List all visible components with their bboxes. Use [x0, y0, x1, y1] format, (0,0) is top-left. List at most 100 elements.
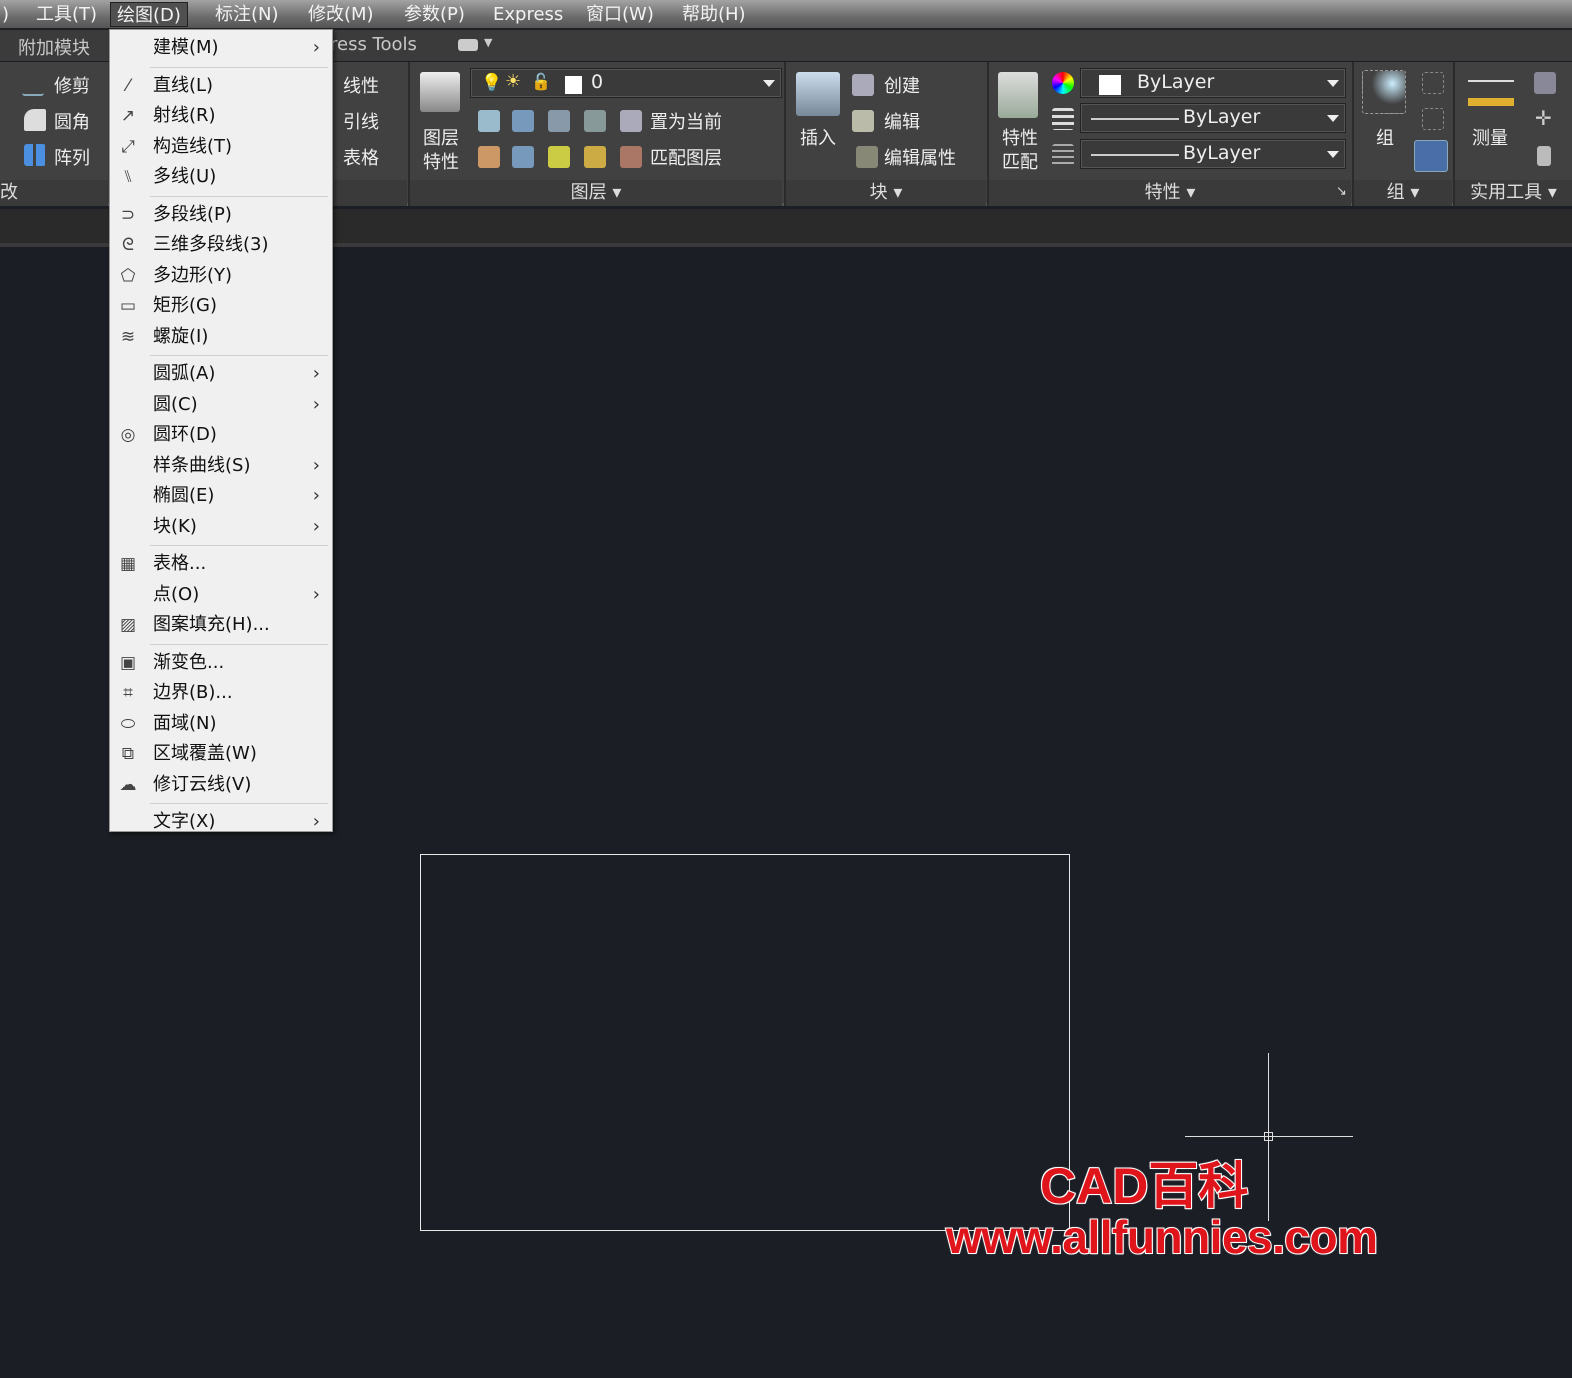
menu-item[interactable]: ▨ 图案填充(H)... [110, 610, 332, 641]
chevron-right-icon: › [312, 485, 320, 506]
menu-item[interactable]: ▭ 矩形(G) [110, 291, 332, 322]
menu-help[interactable]: 帮助(H) [676, 2, 752, 27]
menu-item[interactable]: ⊃ 多段线(P) [110, 200, 332, 231]
menu-item[interactable]: 样条曲线(S) › [110, 451, 332, 482]
layer-unisolate-icon[interactable] [512, 146, 534, 168]
menu-item[interactable]: 圆弧(A) › [110, 359, 332, 390]
linear-dimension-button[interactable]: 线性 [343, 72, 379, 98]
match-layer-button[interactable]: 匹配图层 [650, 144, 722, 170]
chevron-right-icon: › [312, 811, 320, 832]
menu-item[interactable]: ⬠ 多边形(Y) [110, 261, 332, 292]
menu-item[interactable]: ⌗ 边界(B)... [110, 678, 332, 709]
layer-dropdown[interactable]: 💡 ☀ 🔓 0 [470, 68, 782, 98]
menu-modify[interactable]: 修改(M) [302, 2, 380, 27]
dialog-launcher-icon[interactable]: ↘ [1336, 184, 1347, 199]
group-icon [1362, 70, 1406, 114]
helix-icon: ≋ [120, 326, 136, 347]
table-button[interactable]: 表格 [343, 144, 379, 170]
edit-attribute-button[interactable]: 编辑属性 [884, 144, 956, 170]
menu-bar: ) 工具(T) 绘图(D) 标注(N) 修改(M) 参数(P) Express … [0, 0, 1572, 29]
match-properties-label-2[interactable]: 匹配 [1002, 148, 1038, 174]
quick-select-icon[interactable] [1534, 72, 1556, 94]
group-edit-icon[interactable] [1422, 108, 1444, 130]
menu-item[interactable]: 椭圆(E) › [110, 481, 332, 512]
lineweight-dropdown[interactable]: ByLayer [1080, 103, 1346, 133]
linetype-dropdown[interactable]: ByLayer [1080, 139, 1346, 169]
groups-panel-title[interactable]: 组 ▾ [1354, 180, 1452, 206]
layer-thaw-icon[interactable] [548, 146, 570, 168]
menu-item-label: 文字(X) [153, 811, 216, 832]
trim-button[interactable]: 修剪 [54, 72, 90, 98]
edit-block-button[interactable]: 编辑 [884, 108, 920, 134]
ungroup-icon[interactable] [1422, 72, 1444, 94]
layer-properties-label-2[interactable]: 特性 [423, 148, 459, 174]
calculator-icon[interactable] [1537, 146, 1551, 166]
menu-item-label: 点(O) [153, 583, 200, 605]
menu-item[interactable]: 文字(X) › [110, 807, 332, 838]
layer-lock-icon[interactable] [584, 110, 606, 132]
menu-item[interactable]: ▦ 表格... [110, 549, 332, 580]
menu-tools[interactable]: 工具(T) [30, 2, 103, 27]
fillet-button[interactable]: 圆角 [54, 108, 90, 134]
tab-addons[interactable]: 附加模块 [18, 34, 90, 60]
menu-partial[interactable]: ) [0, 2, 15, 27]
layer-properties-icon [420, 72, 460, 112]
id-point-icon[interactable]: ✛ [1535, 106, 1552, 130]
utilities-panel-title[interactable]: 实用工具 ▾ [1455, 180, 1572, 206]
menu-item[interactable]: ⧉ 区域覆盖(W) [110, 739, 332, 770]
tab-express-tools[interactable]: ress Tools [330, 34, 417, 55]
menu-item[interactable]: ᘓ 三维多段线(3) [110, 230, 332, 261]
match-properties-icon [998, 72, 1038, 118]
group-selection-icon[interactable] [1414, 140, 1448, 172]
drawn-rectangle[interactable] [420, 854, 1070, 1231]
menu-item[interactable]: ⤢ 构造线(T) [110, 132, 332, 163]
insert-button[interactable]: 插入 [800, 124, 836, 150]
block-panel-title[interactable]: 块 ▾ [786, 180, 986, 206]
menu-item[interactable]: 点(O) › [110, 580, 332, 611]
menu-dimension[interactable]: 标注(N) [209, 2, 285, 27]
menu-item[interactable]: ☁ 修订云线(V) [110, 770, 332, 801]
color-dropdown[interactable]: ByLayer [1080, 68, 1346, 98]
menu-window[interactable]: 窗口(W) [580, 2, 660, 27]
array-button[interactable]: 阵列 [54, 144, 90, 170]
properties-panel-title[interactable]: 特性 ▾ [989, 180, 1351, 206]
ray-icon: ↗ [120, 106, 136, 126]
match-properties-label-1[interactable]: 特性 [1002, 124, 1038, 150]
layer-isolate-icon[interactable] [512, 110, 534, 132]
menu-express[interactable]: Express [487, 2, 569, 27]
layer-on-icon[interactable] [478, 146, 500, 168]
layer-properties-label-1[interactable]: 图层 [423, 124, 459, 150]
menu-item[interactable]: 块(K) › [110, 512, 332, 543]
leader-button[interactable]: 引线 [343, 108, 379, 134]
menu-item[interactable]: ⬭ 面域(N) [110, 709, 332, 740]
menu-item[interactable]: ≋ 螺旋(I) [110, 322, 332, 353]
insert-block-icon [796, 72, 840, 116]
color-wheel-icon [1052, 72, 1074, 94]
layers-panel-title[interactable]: 图层 ▾ [410, 180, 782, 206]
menu-item[interactable]: ◎ 圆环(D) [110, 420, 332, 451]
menu-item[interactable]: ↗ 射线(R) [110, 101, 332, 132]
menu-item[interactable]: ⑊ 多线(U) [110, 162, 332, 193]
watermark-line2: www.allfunnies.com [945, 1210, 1379, 1264]
menu-item[interactable]: 圆(C) › [110, 390, 332, 421]
menu-item[interactable]: 建模(M) › [110, 33, 332, 64]
group-button[interactable]: 组 [1376, 124, 1394, 150]
minimize-ribbon-icon[interactable] [458, 39, 478, 51]
layer-unlock-icon[interactable] [584, 146, 606, 168]
menu-item[interactable]: ⁄ 直线(L) [110, 71, 332, 102]
chevron-down-icon[interactable]: ▼ [484, 36, 492, 49]
menu-parametric[interactable]: 参数(P) [398, 2, 471, 27]
menu-separator [110, 800, 332, 807]
create-block-icon [852, 74, 874, 96]
chevron-right-icon: › [312, 363, 320, 384]
modify-panel-title[interactable]: 改 [0, 180, 108, 206]
menu-item-label: 构造线(T) [153, 135, 233, 157]
make-current-button[interactable]: 置为当前 [650, 108, 722, 134]
measure-button[interactable]: 测量 [1472, 124, 1508, 150]
polyline-icon: ⊃ [120, 204, 136, 225]
layer-off-icon[interactable] [478, 110, 500, 132]
create-block-button[interactable]: 创建 [884, 72, 920, 98]
menu-draw[interactable]: 绘图(D) [110, 2, 188, 27]
layer-freeze-icon[interactable] [548, 110, 570, 132]
menu-item[interactable]: ▣ 渐变色... [110, 648, 332, 679]
